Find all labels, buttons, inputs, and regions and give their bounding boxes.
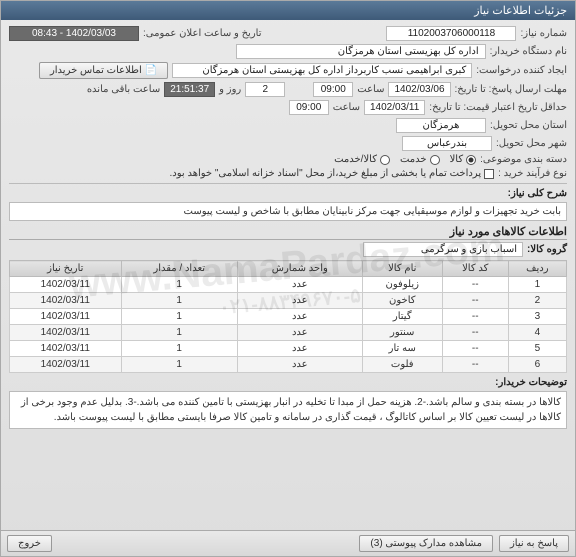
table-cell: 1 <box>121 309 237 325</box>
table-cell: سه تار <box>362 341 442 357</box>
table-cell: 5 <box>508 341 566 357</box>
need-number-label: شماره نیاز: <box>520 28 567 39</box>
validity-time: 09:00 <box>289 100 329 115</box>
desc-title: شرح کلی نیاز: <box>508 188 567 199</box>
table-row[interactable]: 3--گیتارعدد11402/03/11 <box>10 309 567 325</box>
table-cell: 1402/03/11 <box>10 341 122 357</box>
table-cell: عدد <box>237 357 362 373</box>
process-label: نوع فرآیند خرید : <box>498 168 567 179</box>
table-row[interactable]: 2--کاخونعدد11402/03/11 <box>10 293 567 309</box>
buyer-org-value: اداره کل بهزیستی استان هرمزگان <box>236 44 486 59</box>
table-cell: 1 <box>121 325 237 341</box>
table-cell: عدد <box>237 277 362 293</box>
table-row[interactable]: 6--فلوتعدد11402/03/11 <box>10 357 567 373</box>
province-value: هرمزگان <box>396 118 486 133</box>
table-cell: 1 <box>508 277 566 293</box>
topic-group-label: دسته بندی موضوعی: <box>480 154 567 165</box>
announce-value: 1402/03/03 - 08:43 <box>9 26 139 41</box>
table-cell: -- <box>442 357 508 373</box>
table-cell: -- <box>442 325 508 341</box>
items-section-title: اطلاعات کالاهای مورد نیاز <box>9 225 567 240</box>
topic-radio-group: کالا خدمت کالا/خدمت <box>334 154 476 165</box>
table-cell: 1 <box>121 357 237 373</box>
group-value: اسباب بازی و سرگرمی <box>363 242 523 257</box>
city-label: شهر محل تحویل: <box>496 138 567 149</box>
table-cell: 1402/03/11 <box>10 325 122 341</box>
table-cell: 1 <box>121 341 237 357</box>
table-row[interactable]: 4--سنتورعدد11402/03/11 <box>10 325 567 341</box>
table-cell: کاخون <box>362 293 442 309</box>
table-cell: 1402/03/11 <box>10 357 122 373</box>
table-cell: فلوت <box>362 357 442 373</box>
buyer-org-label: نام دستگاه خریدار: <box>490 46 567 57</box>
exit-button[interactable]: خروج <box>7 535 52 552</box>
table-cell: عدد <box>237 325 362 341</box>
need-description: بابت خرید تجهیزات و لوازم موسیقیایی جهت … <box>9 202 567 221</box>
city-value: بندرعباس <box>402 136 492 151</box>
announce-label: تاریخ و ساعت اعلان عمومی: <box>143 28 262 39</box>
table-cell: 1402/03/11 <box>10 309 122 325</box>
remarks-label: توضیحات خریدار: <box>495 377 567 388</box>
need-details-window: جزئیات اطلاعات نیاز شماره نیاز: 11020037… <box>0 0 576 557</box>
table-cell: عدد <box>237 341 362 357</box>
countdown-timer: 21:51:37 <box>164 82 215 97</box>
table-cell: 6 <box>508 357 566 373</box>
contact-info-button[interactable]: اطلاعات تماس خریدار <box>39 62 168 79</box>
table-cell: عدد <box>237 309 362 325</box>
col-qty: تعداد / مقدار <box>121 261 237 277</box>
deadline-date: 1402/03/06 <box>388 82 450 97</box>
days-remaining: 2 <box>245 82 285 97</box>
col-unit: واحد شمارش <box>237 261 362 277</box>
reply-button[interactable]: پاسخ به نیاز <box>499 535 569 552</box>
table-cell: 1402/03/11 <box>10 277 122 293</box>
table-cell: 1 <box>121 293 237 309</box>
table-row[interactable]: 1--زیلوفونعدد11402/03/11 <box>10 277 567 293</box>
col-name: نام کالا <box>362 261 442 277</box>
col-row: ردیف <box>508 261 566 277</box>
requester-value: کبری ابراهیمی نسب کاربرداز اداره کل بهزی… <box>172 63 472 78</box>
need-number-value: 1102003706000118 <box>386 26 516 41</box>
table-cell: 4 <box>508 325 566 341</box>
radio-dot-icon <box>430 155 440 165</box>
col-code: کد کالا <box>442 261 508 277</box>
table-cell: 2 <box>508 293 566 309</box>
window-title: جزئیات اطلاعات نیاز <box>474 5 567 17</box>
table-cell: -- <box>442 277 508 293</box>
deadline-label: مهلت ارسال پاسخ: تا تاریخ: <box>455 84 567 95</box>
window-titlebar: جزئیات اطلاعات نیاز <box>1 1 575 20</box>
table-cell: سنتور <box>362 325 442 341</box>
table-cell: گیتار <box>362 309 442 325</box>
footer-bar: پاسخ به نیاز مشاهده مدارک پیوستی (3) خرو… <box>1 530 575 556</box>
table-cell: 3 <box>508 309 566 325</box>
list-icon <box>142 65 157 76</box>
table-cell: -- <box>442 309 508 325</box>
deadline-time: 09:00 <box>313 82 353 97</box>
table-cell: 1 <box>121 277 237 293</box>
radio-goods[interactable]: کالا <box>450 154 477 165</box>
validity-date: 1402/03/11 <box>364 100 425 115</box>
col-date: تاریخ نیاز <box>10 261 122 277</box>
treasury-checkbox[interactable]: پرداخت تمام یا بخشی از مبلغ خرید،از محل … <box>170 168 495 179</box>
table-header-row: ردیف کد کالا نام کالا واحد شمارش تعداد /… <box>10 261 567 277</box>
requester-label: ایجاد کننده درخواست: <box>476 65 567 76</box>
checkbox-icon <box>484 169 494 179</box>
table-cell: 1402/03/11 <box>10 293 122 309</box>
radio-both[interactable]: کالا/خدمت <box>334 154 390 165</box>
items-table: ردیف کد کالا نام کالا واحد شمارش تعداد /… <box>9 260 567 373</box>
province-label: استان محل تحویل: <box>490 120 567 131</box>
content-area: شماره نیاز: 1102003706000118 تاریخ و ساع… <box>1 20 575 433</box>
table-cell: -- <box>442 293 508 309</box>
table-cell: زیلوفون <box>362 277 442 293</box>
group-label: گروه کالا: <box>527 244 567 255</box>
buyer-remarks: کالاها در بسته بندی و سالم باشد.-2. هزین… <box>9 391 567 429</box>
radio-dot-icon <box>466 155 476 165</box>
validity-label: حداقل تاریخ اعتبار قیمت: تا تاریخ: <box>429 102 567 113</box>
radio-service[interactable]: خدمت <box>400 154 440 165</box>
attachments-button[interactable]: مشاهده مدارک پیوستی (3) <box>359 535 493 552</box>
table-cell: عدد <box>237 293 362 309</box>
radio-dot-icon <box>380 155 390 165</box>
table-cell: -- <box>442 341 508 357</box>
table-row[interactable]: 5--سه تارعدد11402/03/11 <box>10 341 567 357</box>
